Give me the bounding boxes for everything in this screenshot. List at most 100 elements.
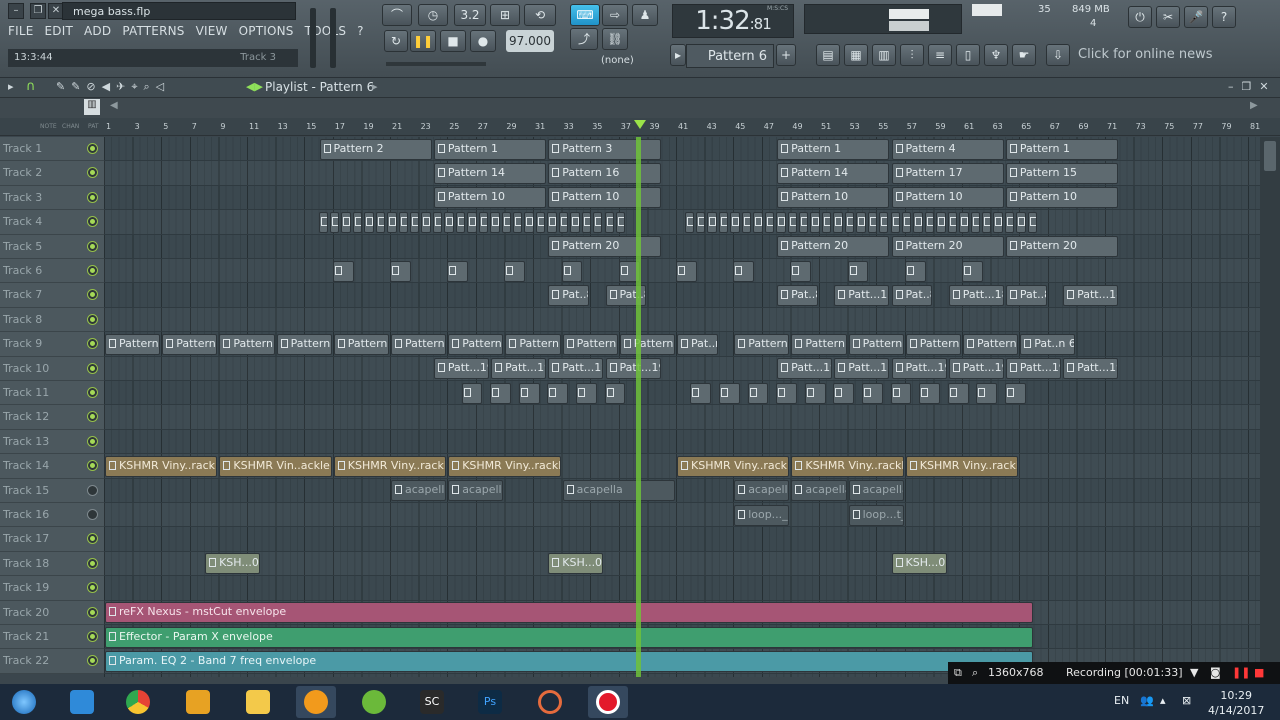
clip[interactable] [821,211,832,233]
clip[interactable] [947,211,958,233]
clip[interactable] [936,211,946,233]
track-mute-led[interactable] [87,289,98,301]
blend-notes-button[interactable]: ⊞ [490,4,520,26]
clip[interactable] [461,382,483,404]
pattern-selector[interactable]: Pattern 6 [686,44,774,68]
track-header[interactable]: Track 1 [0,137,104,162]
clip[interactable]: KSHMR Viny..rackle 02 [105,455,218,477]
track-row[interactable] [104,405,1260,430]
track-mute-led[interactable] [87,265,98,276]
menu-options[interactable]: OPTIONS [239,24,294,38]
people-icon[interactable]: 👥 [1140,694,1154,707]
clip[interactable]: Pattern 16 [548,162,661,184]
track-header[interactable]: Track 19 [0,576,104,601]
mixer-icon[interactable]: ⫶ [900,44,924,66]
clip[interactable] [947,382,969,404]
clip[interactable]: Pattern 14 [777,162,890,184]
track-mute-led[interactable] [87,435,98,447]
clip[interactable]: KSHMR Viny..rackle 02 [333,455,447,477]
clip[interactable]: Pattern 1 [433,138,547,160]
clip[interactable]: Pattern 6 [448,333,504,355]
menu-help[interactable]: ? [357,24,364,38]
clip[interactable]: Pat..8 [891,284,933,306]
menu-add[interactable]: ADD [84,24,111,38]
clip[interactable] [318,211,328,233]
clip[interactable]: Pat..n 5 [677,333,718,355]
track-header[interactable]: Track 7 [0,283,104,308]
track-mute-led[interactable] [87,143,98,154]
clip[interactable]: acapella [848,480,904,502]
clip[interactable] [444,211,454,233]
track-mute-led[interactable] [87,460,98,472]
track-row[interactable] [104,552,1260,577]
track-mute-led[interactable] [87,191,98,203]
clip[interactable]: Effector - Param X envelope [105,626,1033,648]
clip[interactable] [741,211,752,233]
clip[interactable] [547,382,569,404]
piano-roll-icon[interactable]: ▦ [844,44,868,66]
pattern-prev-icon[interactable]: ▸ [670,44,686,66]
track-header[interactable]: Track 16 [0,503,104,528]
clip[interactable]: Pattern 10 [548,187,661,209]
clip[interactable]: Patt...19 [605,358,661,380]
clip[interactable] [867,211,878,233]
pause-button[interactable]: ❚❚ [410,30,436,52]
clip[interactable] [570,211,580,233]
clip[interactable] [535,211,546,233]
clip[interactable]: acapella [791,480,847,502]
clip[interactable] [982,211,992,233]
track-mute-led[interactable] [87,557,98,569]
clip[interactable] [341,211,351,233]
track-header[interactable]: Track 2 [0,161,104,186]
clip[interactable]: Pattern 6 [963,333,1019,355]
clip[interactable] [776,382,797,404]
clip[interactable]: loop..._1 [734,504,790,526]
track-header[interactable]: Track 5 [0,234,104,259]
clip[interactable]: Pattern 14 [433,162,547,184]
clip[interactable]: Pattern 1 [1005,138,1119,160]
clip[interactable]: Pattern 5 [105,333,161,355]
camera-icon[interactable]: ◙ [1210,666,1221,679]
clip[interactable]: Pattern 15 [1005,162,1119,184]
clip[interactable]: Pattern 3 [548,138,661,160]
track-row[interactable] [104,479,1260,503]
clip[interactable]: Patt...19 [948,358,1004,380]
taskbar-app-explorer[interactable] [238,686,278,718]
taskbar-app-spiral[interactable] [530,686,570,718]
clip[interactable] [718,382,740,404]
clip[interactable] [1027,211,1038,233]
clip[interactable] [332,260,354,282]
clip[interactable] [901,211,912,233]
taskbar-app-photos[interactable] [62,686,102,718]
clip[interactable]: Pattern 20 [1005,236,1119,258]
playlist-grid[interactable]: Pattern 2 Pattern 1 Pattern 3 Pattern 1 Patt… [104,137,1260,677]
tray-chevron-icon[interactable]: ▴ [1160,694,1166,707]
clip[interactable] [804,382,826,404]
plugin-picker-icon[interactable]: ▯ [956,44,980,66]
microphone-icon[interactable]: 🎤 [1184,6,1208,28]
clip[interactable]: acapella [391,480,447,502]
clip[interactable] [547,211,557,233]
track-header[interactable]: Track 18 [0,551,104,577]
clip[interactable] [970,211,981,233]
track-mute-led[interactable] [87,484,98,496]
track-header[interactable]: Track 22 [0,649,104,674]
clip[interactable] [390,260,411,282]
clip[interactable] [1016,211,1026,233]
clip[interactable]: Pattern 5 [276,333,332,355]
clip[interactable]: loop...t_2 [848,504,904,526]
track-header[interactable]: Track 11 [0,381,104,406]
chevron-down-icon[interactable]: ▼ [1190,666,1198,679]
recording-filter-button[interactable]: ♟ [632,4,658,26]
track-mute-led[interactable] [87,509,98,520]
track-mute-led[interactable] [87,631,98,642]
system-clock[interactable]: 10:29 4/14/2017 [1208,688,1264,718]
clip[interactable] [776,211,786,233]
master-pitch-slider[interactable] [330,8,336,68]
tempo-display[interactable]: 97.000 [506,30,554,52]
track-header[interactable]: Track 3 [0,185,104,211]
minimize-icon[interactable]: – [8,3,24,19]
clip[interactable]: Pattern 20 [548,236,661,258]
clip[interactable]: Patt...19 [548,358,604,380]
clip[interactable] [962,260,983,282]
